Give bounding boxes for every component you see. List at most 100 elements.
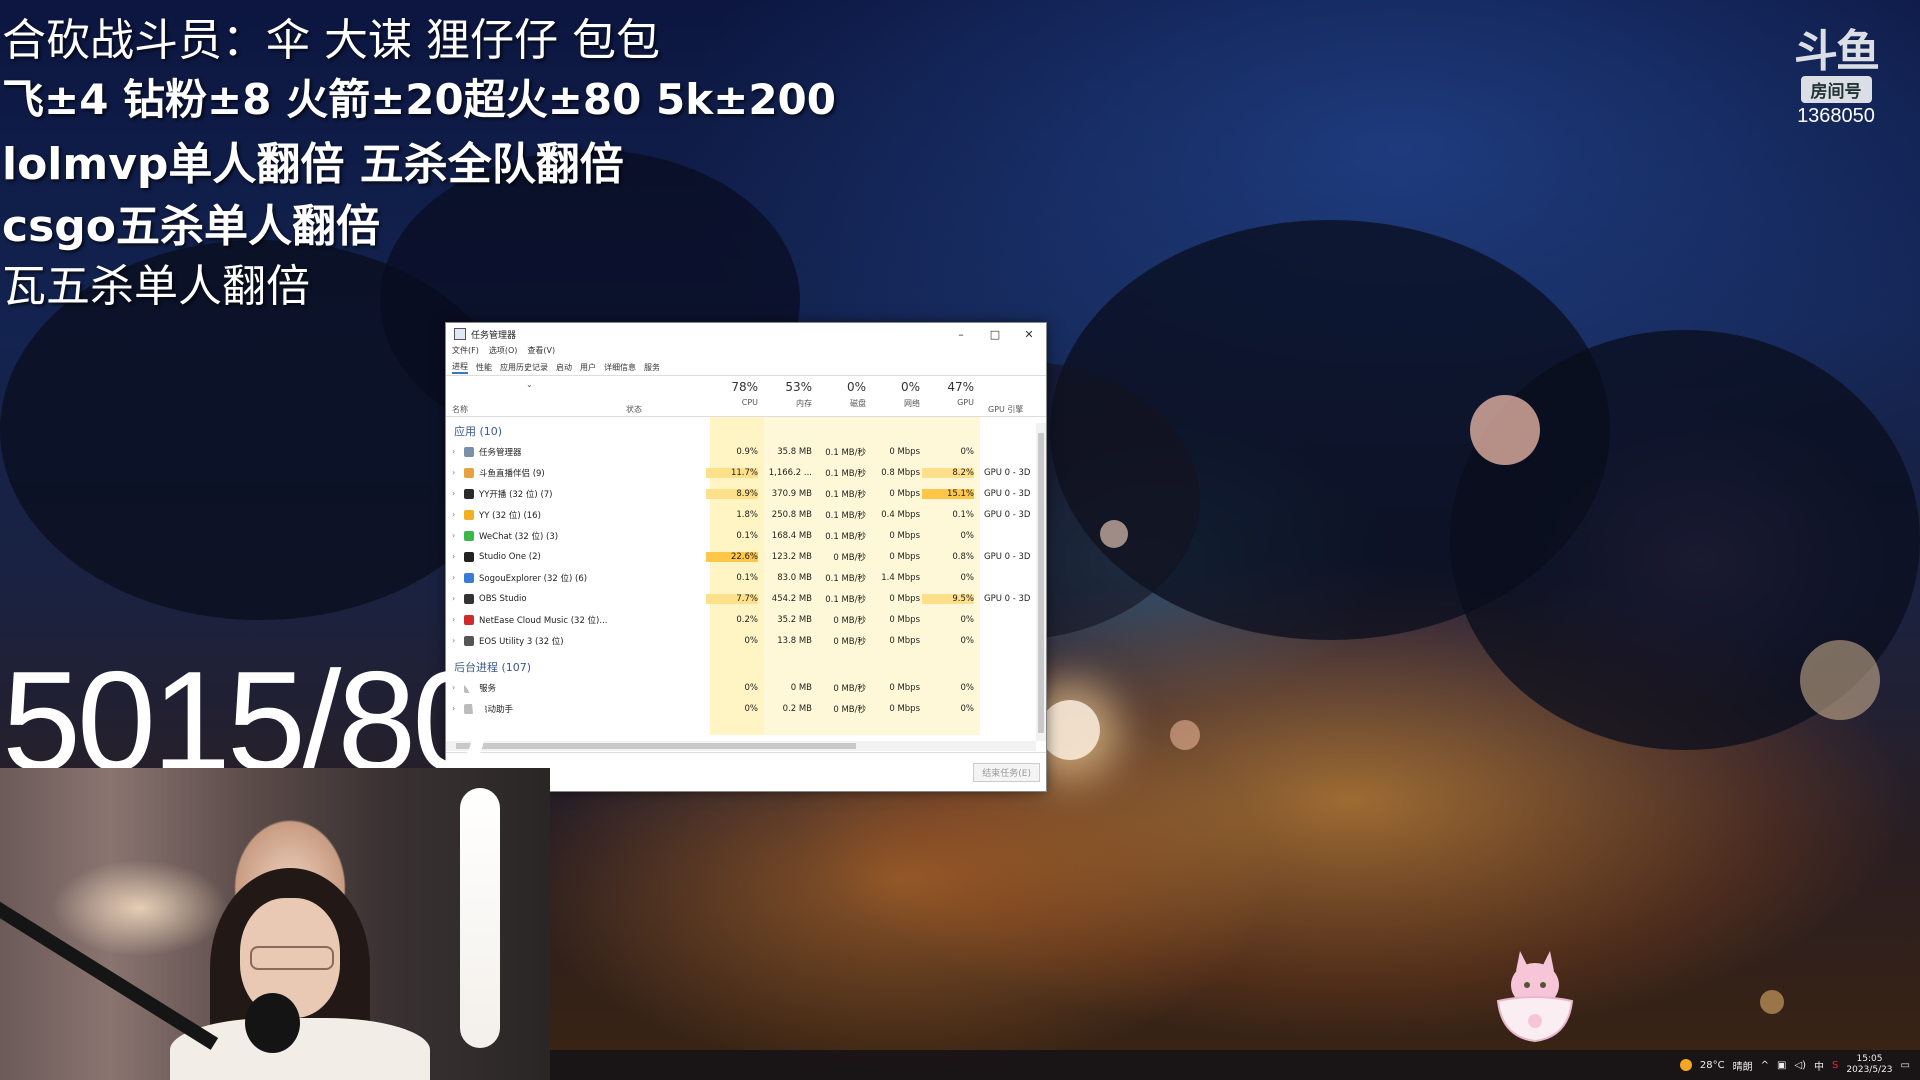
col-name[interactable]: 名称	[452, 404, 468, 415]
cell-disk: 0.1 MB/秒	[825, 594, 866, 605]
process-name: 启动助手	[479, 704, 514, 715]
mascot-bowl-icon	[1496, 951, 1574, 1043]
minimize-button[interactable]: –	[944, 328, 978, 341]
cell-gpu: 0%	[960, 614, 975, 625]
chevron-up-icon[interactable]: ^	[1761, 1060, 1769, 1071]
cell-disk: 0.1 MB/秒	[825, 573, 866, 584]
tab-app-history[interactable]: 应用历史记录	[500, 362, 548, 373]
menu-bar: 文件(F) 选项(O) 查看(V)	[446, 345, 1046, 359]
tab-startup[interactable]: 启动	[556, 362, 572, 373]
network-icon[interactable]: ▣	[1777, 1060, 1786, 1071]
process-list: 应用 (10) 后台进程 (107) › 任务管理器 0.9% 35.8 MB 0.1 …	[446, 417, 1046, 735]
table-row[interactable]: › EOS Utility 3 (32 位) 0% 13.8 MB 0 MB/秒 0 Mb…	[446, 630, 1036, 651]
expand-chevron-icon[interactable]: ›	[452, 615, 464, 624]
menu-options[interactable]: 选项(O)	[489, 345, 518, 359]
cell-engine: GPU 0 - 3D	[984, 551, 1031, 562]
table-row[interactable]: › OBS Studio 7.7% 454.2 MB 0.1 MB/秒 0 Mbps 9.5…	[446, 588, 1036, 609]
tab-details[interactable]: 详细信息	[604, 362, 636, 373]
weather-text[interactable]: 晴朗	[1733, 1058, 1753, 1073]
mic-arm	[0, 879, 219, 1050]
table-row[interactable]: › 任务管理器 0.9% 35.8 MB 0.1 MB/秒 0 Mbps 0%	[446, 441, 1036, 462]
col-memory[interactable]: 53% 内存	[758, 380, 812, 409]
tab-performance[interactable]: 性能	[476, 362, 492, 373]
process-name: 斗鱼直播伴侣 (9)	[479, 468, 545, 479]
cell-disk: 0 MB/秒	[833, 552, 866, 563]
col-network[interactable]: 0% 网络	[866, 380, 920, 409]
cell-mem: 370.9 MB	[771, 488, 812, 499]
cell-cpu: 7.7%	[706, 593, 758, 604]
expand-chevron-icon[interactable]: ›	[452, 531, 464, 540]
app-icon	[464, 614, 474, 625]
expand-chevron-icon[interactable]: ›	[452, 552, 464, 561]
overlay-line-5: 瓦五杀单人翻倍	[2, 261, 310, 312]
col-disk[interactable]: 0% 磁盘	[812, 380, 866, 409]
app-icon	[464, 488, 474, 499]
cell-net: 0 Mbps	[889, 551, 920, 562]
table-row[interactable]: › 服务 0% 0 MB 0 MB/秒 0 Mbps 0%	[446, 677, 1036, 698]
group-apps: 应用 (10)	[454, 425, 503, 438]
col-status[interactable]: 状态	[626, 404, 642, 415]
col-gpu-engine[interactable]: GPU 引擎	[988, 404, 1023, 415]
lamp	[460, 788, 500, 1048]
ime-indicator[interactable]: 中	[1814, 1058, 1824, 1073]
maximize-button[interactable]: □	[978, 328, 1012, 341]
volume-icon[interactable]: ◁)	[1794, 1060, 1806, 1071]
scroll-thumb[interactable]	[1038, 433, 1044, 733]
tab-processes[interactable]: 进程	[452, 361, 468, 374]
col-gpu[interactable]: 47% GPU	[920, 380, 974, 407]
tab-services[interactable]: 服务	[644, 362, 660, 373]
clock[interactable]: 15:05 2023/5/23	[1846, 1054, 1892, 1076]
scroll-thumb-h[interactable]	[456, 743, 856, 749]
expand-chevron-icon[interactable]: ›	[452, 573, 464, 582]
cell-gpu: 0%	[960, 682, 975, 693]
table-row[interactable]: › Studio One (2) 22.6% 123.2 MB 0 MB/秒 0 Mbps…	[446, 546, 1036, 567]
microphone	[245, 993, 300, 1053]
table-row[interactable]: › SogouExplorer (32 位) (6) 0.1% 83.0 MB 0.1 …	[446, 567, 1036, 588]
table-row[interactable]: › YY (32 位) (16) 1.8% 250.8 MB 0.1 MB/秒 0.4 M…	[446, 504, 1036, 525]
tab-users[interactable]: 用户	[580, 362, 596, 373]
col-cpu[interactable]: 78% CPU	[704, 380, 758, 407]
table-row[interactable]: › YY开播 (32 位) (7) 8.9% 370.9 MB 0.1 MB/秒 0 Mb…	[446, 483, 1036, 504]
sogou-icon[interactable]: S	[1832, 1060, 1838, 1071]
weather-sun-icon[interactable]	[1679, 1059, 1692, 1071]
process-name: NetEase Cloud Music (32 位)...	[479, 615, 608, 626]
app-icon	[464, 446, 474, 457]
vertical-scrollbar[interactable]	[1036, 423, 1046, 741]
net-total: 0%	[900, 380, 920, 394]
cell-disk: 0 MB/秒	[833, 704, 866, 715]
horizontal-scrollbar[interactable]	[446, 741, 1036, 751]
cell-disk: 0.1 MB/秒	[825, 510, 866, 521]
table-row[interactable]: › NetEase Cloud Music (32 位)... 0.2% 35.2 M…	[446, 609, 1036, 630]
app-icon	[464, 530, 474, 541]
cell-engine: GPU 0 - 3D	[984, 488, 1031, 499]
cell-gpu: 0%	[960, 446, 975, 457]
cell-cpu: 1.8%	[736, 509, 758, 520]
table-row[interactable]: › 斗鱼直播伴侣 (9) 11.7% 1,166.2 ... 0.1 MB/秒 0.8 M…	[446, 462, 1036, 483]
system-tray: 28°C 晴朗 ^ ▣ ◁) 中 S 15:05 2023/5/23 ▭	[1679, 1050, 1910, 1080]
cell-cpu: 0.9%	[736, 446, 758, 457]
expand-chevron-icon[interactable]: ›	[452, 489, 464, 498]
app-icon	[464, 467, 474, 478]
expand-chevron-icon[interactable]: ›	[452, 468, 464, 477]
table-row[interactable]: › 启动助手 0% 0.2 MB 0 MB/秒 0 Mbps 0%	[446, 698, 1036, 719]
close-button[interactable]: ✕	[1012, 328, 1046, 341]
task-manager-window[interactable]: 任务管理器 – □ ✕ 文件(F) 选项(O) 查看(V) 进程 性能 应用历史…	[445, 322, 1047, 792]
end-task-button[interactable]: 结束任务(E)	[973, 763, 1040, 782]
title-bar[interactable]: 任务管理器 – □ ✕	[446, 323, 1046, 345]
cell-disk: 0.1 MB/秒	[825, 531, 866, 542]
menu-file[interactable]: 文件(F)	[452, 345, 479, 359]
date: 2023/5/23	[1846, 1065, 1893, 1075]
cell-disk: 0 MB/秒	[833, 636, 866, 647]
table-row[interactable]: › WeChat (32 位) (3) 0.1% 168.4 MB 0.1 MB/秒 0 …	[446, 525, 1036, 546]
cell-gpu: 0%	[960, 703, 975, 714]
menu-view[interactable]: 查看(V)	[527, 345, 555, 359]
expand-chevron-icon[interactable]: ›	[452, 447, 464, 456]
expand-chevron-icon[interactable]: ›	[452, 510, 464, 519]
process-name: SogouExplorer (32 位) (6)	[479, 573, 588, 584]
cell-net: 0.4 Mbps	[881, 509, 920, 520]
temperature[interactable]: 28°C	[1700, 1060, 1725, 1071]
cell-net: 0 Mbps	[889, 614, 920, 625]
cell-mem: 35.8 MB	[777, 446, 812, 457]
notification-icon[interactable]: ▭	[1901, 1060, 1910, 1071]
expand-chevron-icon[interactable]: ›	[452, 594, 464, 603]
